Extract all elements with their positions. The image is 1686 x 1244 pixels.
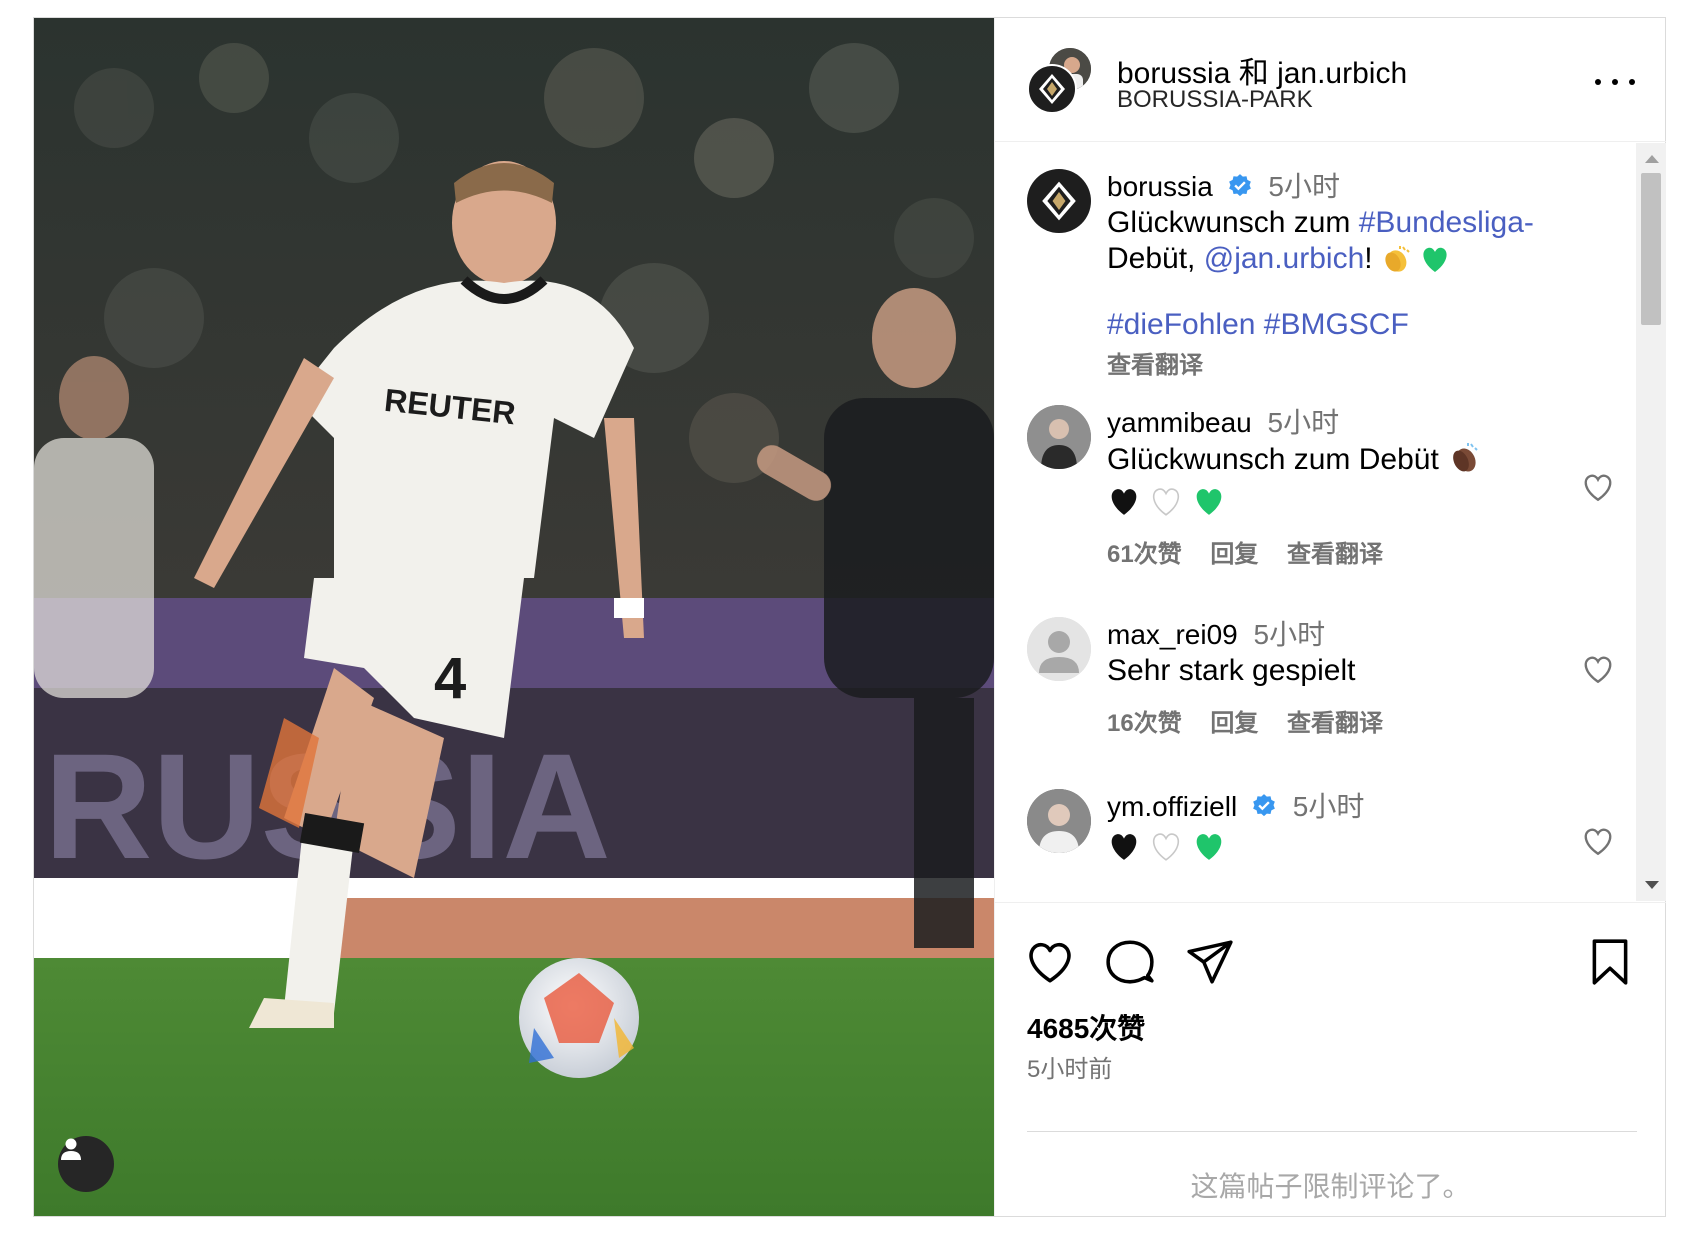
scroll-up-arrow-icon[interactable]: [1645, 155, 1659, 163]
comment-text: Sehr stark gespielt: [1107, 654, 1356, 687]
post-time: 5小时前: [1027, 1056, 1113, 1083]
reply-button[interactable]: 回复: [1210, 710, 1258, 737]
avatar-borussia[interactable]: [1027, 64, 1077, 114]
avatar[interactable]: [1027, 169, 1091, 233]
like-comment-heart-icon[interactable]: [1581, 825, 1615, 857]
tagged-users-button[interactable]: [58, 1136, 114, 1192]
hashtag-link[interactable]: #Bundesliga-: [1359, 206, 1534, 239]
club-crest-icon: [1042, 181, 1076, 221]
collab-avatars[interactable]: [1027, 46, 1095, 114]
jersey-number: 4: [434, 646, 466, 711]
club-crest-icon: [1039, 74, 1065, 104]
comments-scrollbar[interactable]: [1636, 143, 1666, 901]
user-tag-icon: [61, 1138, 81, 1160]
post-location[interactable]: BORUSSIA-PARK: [1117, 86, 1313, 114]
divider: [1027, 1131, 1637, 1132]
post-side-panel: borussia 和 jan.urbich BORUSSIA-PARK boru…: [994, 18, 1666, 1216]
heart-icon[interactable]: [1025, 937, 1075, 987]
share-icon[interactable]: [1185, 937, 1235, 987]
see-translation-link[interactable]: 查看翻译: [1287, 541, 1383, 568]
green-heart-icon: [1423, 247, 1447, 272]
comment-likes[interactable]: 61次赞: [1107, 541, 1182, 568]
comment-time: 5小时: [1253, 619, 1326, 650]
reply-button[interactable]: 回复: [1210, 541, 1258, 568]
comments-restricted-notice: 这篇帖子限制评论了。: [1190, 1171, 1471, 1202]
more-icon: [1595, 79, 1601, 85]
hashtags-link[interactable]: #dieFohlen #BMGSCF: [1107, 308, 1409, 341]
avatar[interactable]: [1027, 789, 1091, 853]
scroll-thumb[interactable]: [1641, 173, 1661, 325]
comment-username[interactable]: max_rei09: [1107, 619, 1238, 650]
post-photo[interactable]: RUSSIA REUTER: [34, 18, 994, 1216]
comment-text: Glückwunsch zum Debüt: [1107, 441, 1577, 478]
user-photo-icon: [1027, 789, 1091, 853]
see-translation-link[interactable]: 查看翻译: [1287, 710, 1383, 737]
avatar[interactable]: [1027, 617, 1091, 681]
comment-time: 5小时: [1267, 407, 1340, 438]
mention-link[interactable]: @jan.urbich: [1204, 242, 1365, 275]
black-heart-icon: [1111, 489, 1137, 515]
caption-username[interactable]: borussia: [1107, 171, 1213, 202]
post-dialog: RUSSIA REUTER: [33, 17, 1666, 1217]
verified-icon: [1253, 794, 1275, 817]
clapping-hands-icon: [1385, 246, 1410, 272]
clapping-hands-icon: [1453, 443, 1478, 472]
bookmark-icon[interactable]: [1585, 937, 1635, 987]
avatar[interactable]: [1027, 405, 1091, 469]
like-count[interactable]: 4685次赞: [1027, 1007, 1145, 1047]
see-translation-link[interactable]: 查看翻译: [1107, 352, 1203, 379]
caption-text: Glückwunsch zum #Bundesliga- Debüt, @jan…: [1107, 206, 1534, 275]
scroll-down-arrow-icon[interactable]: [1645, 881, 1659, 889]
black-heart-icon: [1111, 834, 1137, 860]
caption-time: 5小时: [1268, 171, 1340, 202]
more-options-button[interactable]: [1595, 70, 1635, 94]
post-actions: 4685次赞 5小时前 这篇帖子限制评论了。: [995, 902, 1666, 1216]
comment-username[interactable]: ym.offiziell: [1107, 791, 1237, 822]
default-avatar-icon: [1027, 617, 1091, 681]
comment-icon[interactable]: [1105, 937, 1155, 987]
user-photo-icon: [1027, 405, 1091, 469]
green-heart-icon: [1196, 834, 1222, 860]
comment-likes[interactable]: 16次赞: [1107, 710, 1182, 737]
football-photo: RUSSIA REUTER: [34, 18, 994, 1216]
comment-time: 5小时: [1292, 791, 1365, 822]
post-header: borussia 和 jan.urbich BORUSSIA-PARK: [995, 18, 1666, 142]
comments-list[interactable]: borussia 5小时 Glückwunsch zum #Bundesliga…: [995, 143, 1666, 901]
like-comment-heart-icon[interactable]: [1581, 653, 1615, 685]
white-heart-icon: [1153, 833, 1180, 861]
verified-icon: [1228, 174, 1251, 197]
like-comment-heart-icon[interactable]: [1581, 471, 1615, 503]
comment-username[interactable]: yammibeau: [1107, 407, 1252, 438]
green-heart-icon: [1196, 489, 1222, 515]
white-heart-icon: [1153, 488, 1180, 516]
